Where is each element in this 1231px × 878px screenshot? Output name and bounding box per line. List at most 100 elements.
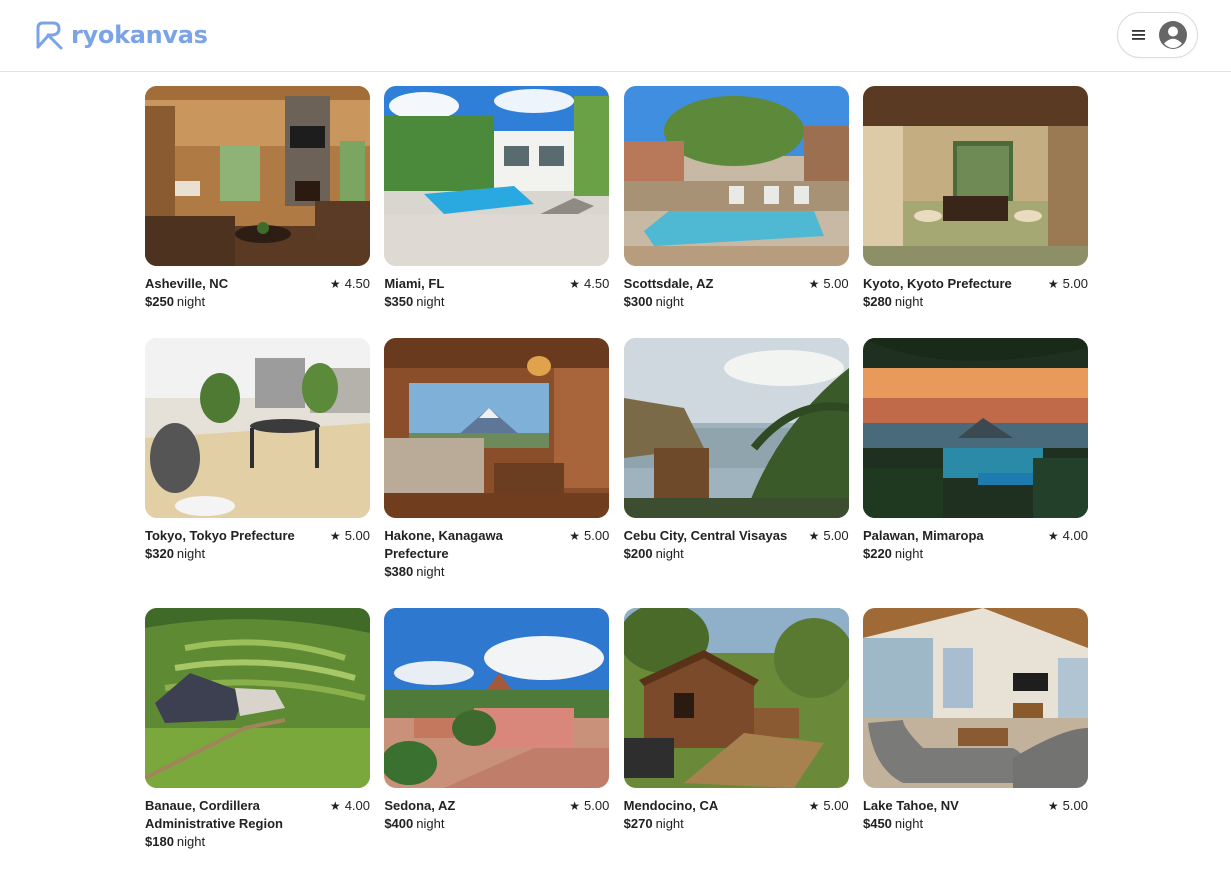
logo[interactable]: ryokanvas (34, 19, 208, 51)
listing-card[interactable]: Scottsdale, AZ ★ 5.00 $300 night (623, 86, 849, 338)
listing-location: Tokyo, Tokyo Prefecture (145, 528, 295, 543)
rating-value: 5.00 (823, 798, 849, 813)
rating-value: 5.00 (823, 276, 849, 291)
price-unit: night (894, 816, 924, 831)
listing-photo[interactable] (862, 608, 1088, 788)
price-unit: night (416, 564, 445, 579)
price-unit: night (416, 294, 445, 309)
price-amount: $200 (623, 546, 653, 561)
listing-price: $350 night (384, 293, 609, 311)
listing-photo[interactable] (384, 608, 610, 788)
price-amount: $320 (145, 546, 174, 561)
price-amount: $300 (623, 294, 653, 309)
star-icon: ★ (329, 799, 341, 813)
listing-location: Cebu City, Central Visayas (623, 528, 788, 543)
listing-card[interactable]: Tokyo, Tokyo Prefecture ★ 5.00 $320 night (145, 338, 370, 608)
listing-photo[interactable] (145, 608, 370, 788)
listing-location: Hakone, Kanagawa Prefecture (384, 528, 503, 561)
listing-photo[interactable] (862, 338, 1088, 518)
listing-photo[interactable] (145, 338, 370, 518)
listing-price: $180 night (145, 833, 370, 851)
listing-card[interactable]: Miami, FL ★ 4.50 $350 night (384, 86, 610, 338)
star-icon: ★ (1047, 799, 1059, 813)
listing-location: Mendocino, CA (623, 798, 719, 813)
price-amount: $180 (145, 834, 174, 849)
listing-card[interactable]: Sedona, AZ ★ 5.00 $400 night (384, 608, 610, 878)
price-amount: $220 (862, 546, 892, 561)
listing-photo[interactable] (623, 86, 849, 266)
star-icon: ★ (1047, 277, 1059, 291)
rating-value: 4.50 (344, 276, 370, 291)
price-unit: night (176, 834, 206, 849)
price-unit: night (176, 546, 206, 561)
rating-value: 4.00 (1062, 528, 1088, 543)
listing-rating: ★ 4.50 (569, 275, 609, 293)
listing-photo[interactable] (623, 338, 849, 518)
listing-card[interactable]: Cebu City, Central Visayas ★ 5.00 $200 nig… (623, 338, 849, 608)
listing-photo[interactable] (384, 338, 610, 518)
star-icon: ★ (808, 277, 820, 291)
listing-rating: ★ 5.00 (569, 797, 609, 815)
listing-location: Sedona, AZ (384, 798, 456, 813)
listing-price: $450 night (863, 815, 1088, 833)
star-icon: ★ (569, 529, 581, 543)
price-amount: $280 (862, 294, 892, 309)
star-icon: ★ (808, 529, 820, 543)
listing-location: Lake Tahoe, NV (862, 798, 959, 813)
listing-rating: ★ 5.00 (330, 527, 370, 545)
price-amount: $350 (384, 294, 414, 309)
listing-card[interactable]: Banaue, Cordillera Administrative Region… (145, 608, 370, 878)
rating-value: 4.00 (344, 798, 370, 813)
listing-card[interactable]: Kyoto, Kyoto Prefecture ★ 5.00 $280 night (862, 86, 1088, 338)
price-unit: night (416, 816, 445, 831)
listing-photo[interactable] (384, 86, 610, 266)
price-unit: night (655, 294, 684, 309)
listing-price: $200 night (624, 545, 849, 563)
listing-price: $400 night (384, 815, 609, 833)
listing-price: $300 night (624, 293, 849, 311)
listing-rating: ★ 4.50 (330, 275, 370, 293)
price-amount: $250 (145, 294, 174, 309)
listing-card[interactable]: Mendocino, CA ★ 5.00 $270 night (623, 608, 849, 878)
star-icon: ★ (569, 277, 581, 291)
listing-location: Asheville, NC (145, 276, 229, 291)
price-unit: night (894, 546, 924, 561)
listing-photo[interactable] (862, 86, 1088, 266)
price-amount: $400 (384, 816, 414, 831)
price-unit: night (176, 294, 206, 309)
listing-rating: ★ 5.00 (1048, 275, 1088, 293)
listing-card[interactable]: Lake Tahoe, NV ★ 5.00 $450 night (862, 608, 1088, 878)
listing-location: Miami, FL (384, 276, 445, 291)
listing-rating: ★ 5.00 (1048, 797, 1088, 815)
rating-value: 5.00 (344, 528, 370, 543)
listing-location: Kyoto, Kyoto Prefecture (862, 276, 1012, 291)
listing-photo[interactable] (145, 86, 370, 266)
listing-price: $380 night (384, 563, 609, 581)
listing-card[interactable]: Asheville, NC ★ 4.50 $250 night (145, 86, 370, 338)
star-icon: ★ (329, 277, 341, 291)
listing-price: $280 night (863, 293, 1088, 311)
price-amount: $380 (384, 564, 414, 579)
listing-location: Palawan, Mimaropa (862, 528, 984, 543)
star-icon: ★ (569, 799, 581, 813)
listing-price: $320 night (145, 545, 370, 563)
listing-location: Banaue, Cordillera Administrative Region (145, 798, 283, 831)
listings-grid: Asheville, NC ★ 4.50 $250 night Miami, F… (145, 86, 1088, 878)
listing-price: $270 night (624, 815, 849, 833)
listing-card[interactable]: Hakone, Kanagawa Prefecture ★ 5.00 $380 ni… (384, 338, 610, 608)
top-header: ryokanvas (0, 0, 1231, 72)
listing-rating: ★ 5.00 (569, 527, 609, 545)
star-icon: ★ (329, 529, 341, 543)
price-unit: night (655, 816, 684, 831)
listing-location: Scottsdale, AZ (623, 276, 714, 291)
listing-card[interactable]: Palawan, Mimaropa ★ 4.00 $220 night (862, 338, 1088, 608)
price-amount: $450 (862, 816, 892, 831)
listing-photo[interactable] (623, 608, 849, 788)
logo-text: ryokanvas (71, 21, 208, 49)
listing-rating: ★ 4.00 (1048, 527, 1088, 545)
user-menu-button[interactable] (1117, 12, 1198, 58)
price-unit: night (894, 294, 924, 309)
logo-icon (36, 21, 63, 50)
star-icon: ★ (808, 799, 820, 813)
rating-value: 5.00 (584, 528, 610, 543)
